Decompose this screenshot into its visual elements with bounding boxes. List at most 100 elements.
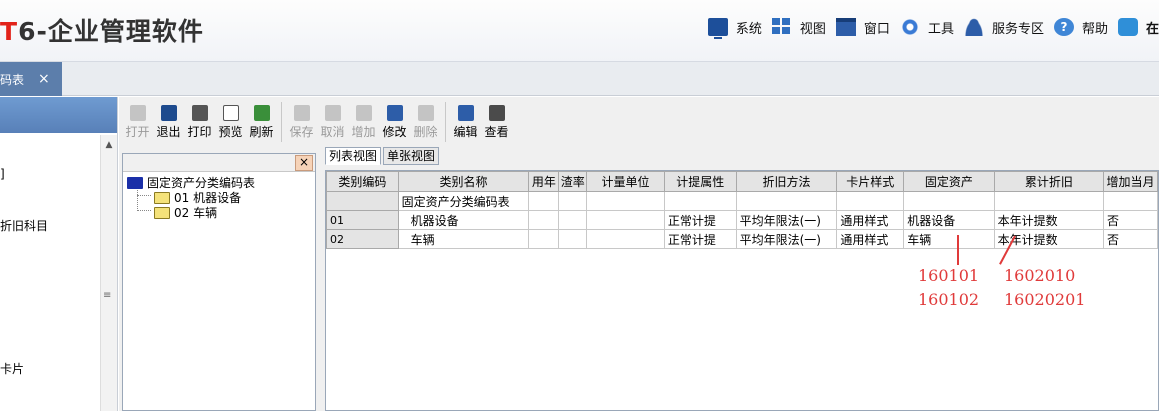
edit-label: 编辑 — [453, 125, 478, 139]
view-button[interactable]: 查看 — [481, 105, 512, 140]
open-button[interactable]: 打开 — [122, 105, 153, 140]
nav-item-card[interactable]: 卡片 — [0, 360, 24, 377]
table-row[interactable]: 02 车辆 正常计提 平均年限法(一) 通用样式 车辆 本年计提数 否 — [326, 229, 1158, 249]
monitor-icon — [707, 18, 728, 39]
toolbar-separator — [281, 102, 282, 142]
column-header[interactable]: 卡片样式 — [836, 171, 905, 192]
delete-icon — [417, 105, 434, 121]
exit-button[interactable]: 退出 — [153, 105, 184, 140]
column-header[interactable]: 增加当月 — [1103, 171, 1158, 192]
menu-tools[interactable]: 工具 — [899, 18, 954, 37]
cell-years — [528, 210, 560, 230]
edit-button[interactable]: 编辑 — [450, 105, 481, 140]
menu-online-label: 在 — [1145, 21, 1159, 37]
open-label: 打开 — [125, 125, 150, 139]
chat-icon — [1117, 18, 1138, 36]
scroll-up-icon[interactable]: ▲ — [101, 137, 117, 153]
tree-pane-bar: × — [123, 154, 315, 172]
menu-help-label: 帮助 — [1081, 21, 1108, 37]
document-tab[interactable]: 码表 × — [0, 62, 62, 96]
column-header[interactable]: 类别名称 — [397, 171, 530, 192]
menu-service-label: 服务专区 — [991, 21, 1044, 37]
close-icon[interactable]: × — [38, 71, 50, 87]
tree-node-vehicles-label: 02 车辆 — [174, 206, 218, 220]
menu-system[interactable]: 系统 — [707, 18, 762, 39]
nav-item-1[interactable]: ] — [0, 167, 5, 181]
column-header[interactable]: 计提属性 — [663, 171, 737, 192]
print-button[interactable]: 打印 — [184, 105, 215, 140]
cell-card: 通用样式 — [836, 229, 905, 249]
cell-years — [528, 191, 560, 211]
folder-icon — [154, 206, 170, 219]
column-header[interactable]: 渣率 — [558, 171, 588, 192]
save-button[interactable]: 保存 — [286, 105, 317, 140]
annotation-depr-code-2: 16020201 — [1004, 290, 1086, 309]
cell-code — [326, 191, 399, 211]
refresh-button[interactable]: 刷新 — [246, 105, 277, 140]
left-scrollbar[interactable]: ▲ ≡ — [100, 135, 117, 411]
cell-add: 否 — [1103, 210, 1158, 230]
menu-view[interactable]: 视图 — [771, 18, 826, 37]
column-header[interactable]: 用年 — [528, 171, 560, 192]
menu-help[interactable]: ? 帮助 — [1053, 18, 1108, 37]
annotation-asset-code-1: 160101 — [918, 266, 980, 285]
person-icon — [963, 18, 984, 36]
column-header[interactable]: 折旧方法 — [735, 171, 838, 192]
cell-code: 01 — [326, 210, 399, 230]
tab-card-view[interactable]: 单张视图 — [383, 147, 440, 165]
brand-text: 6-企业管理软件 — [18, 17, 204, 46]
folder-icon — [127, 176, 143, 189]
app-title: T6-企业管理软件 — [0, 12, 204, 48]
cell-asset: 机器设备 — [903, 210, 995, 230]
cell-accrual — [663, 191, 737, 211]
top-menu: 系统 视图 窗口 工具 服务专区 ? 帮助 在 — [698, 14, 1159, 40]
tree-connector — [137, 195, 151, 196]
table-header-row: 类别编码 类别名称 用年 渣率 计量单位 计提属性 折旧方法 卡片样式 固定资产… — [326, 171, 1158, 192]
tab-list-view[interactable]: 列表视图 — [325, 147, 382, 165]
scroll-grip-icon[interactable]: ≡ — [103, 290, 111, 301]
menu-tools-label: 工具 — [927, 21, 954, 37]
cell-method — [735, 191, 838, 211]
cell-accrual: 正常计提 — [663, 210, 737, 230]
column-header[interactable]: 累计折旧 — [993, 171, 1105, 192]
save-icon — [293, 105, 310, 121]
exit-label: 退出 — [156, 125, 181, 139]
cancel-icon — [324, 105, 341, 121]
modify-label: 修改 — [382, 125, 407, 139]
cell-method: 平均年限法(一) — [735, 210, 838, 230]
view-label: 查看 — [484, 125, 509, 139]
column-header[interactable]: 计量单位 — [586, 171, 665, 192]
menu-service[interactable]: 服务专区 — [963, 18, 1044, 37]
nav-item-depreciation-account[interactable]: 折旧科目 — [0, 217, 48, 234]
cell-name: 车辆 — [397, 229, 530, 249]
close-icon[interactable]: × — [295, 155, 313, 171]
cell-add: 否 — [1103, 229, 1158, 249]
cell-residual — [558, 210, 588, 230]
cancel-button[interactable]: 取消 — [317, 105, 348, 140]
exit-icon — [160, 105, 177, 121]
folder-icon — [154, 191, 170, 204]
print-label: 打印 — [187, 125, 212, 139]
column-header[interactable]: 固定资产 — [903, 171, 995, 192]
table-row[interactable]: 固定资产分类编码表 — [326, 191, 1158, 211]
category-tree-panel: × 固定资产分类编码表 01 机器设备 02 车辆 — [122, 153, 316, 411]
toolbar: 打开 退出 打印 预览 刷新 保存 取消 增加 修改 删除 编辑 查看 — [119, 97, 1159, 145]
tree-node-vehicles[interactable]: 02 车辆 — [154, 204, 217, 221]
menu-online[interactable]: 在 — [1117, 18, 1159, 37]
add-button[interactable]: 增加 — [348, 105, 379, 140]
table-row[interactable]: 01 机器设备 正常计提 平均年限法(一) 通用样式 机器设备 本年计提数 否 — [326, 210, 1158, 230]
modify-button[interactable]: 修改 — [379, 105, 410, 140]
menu-window-label: 窗口 — [863, 21, 890, 37]
cell-depr — [993, 191, 1105, 211]
refresh-icon — [253, 105, 270, 121]
edit-icon — [457, 105, 474, 121]
menu-window[interactable]: 窗口 — [835, 18, 890, 37]
preview-button[interactable]: 预览 — [215, 105, 246, 140]
cell-unit — [586, 191, 665, 211]
column-header[interactable]: 类别编码 — [326, 171, 399, 192]
menu-system-label: 系统 — [735, 21, 762, 37]
delete-button[interactable]: 删除 — [410, 105, 441, 140]
document-tab-label: 码表 — [0, 72, 25, 87]
brand-mark: T — [0, 17, 19, 46]
preview-label: 预览 — [218, 125, 243, 139]
